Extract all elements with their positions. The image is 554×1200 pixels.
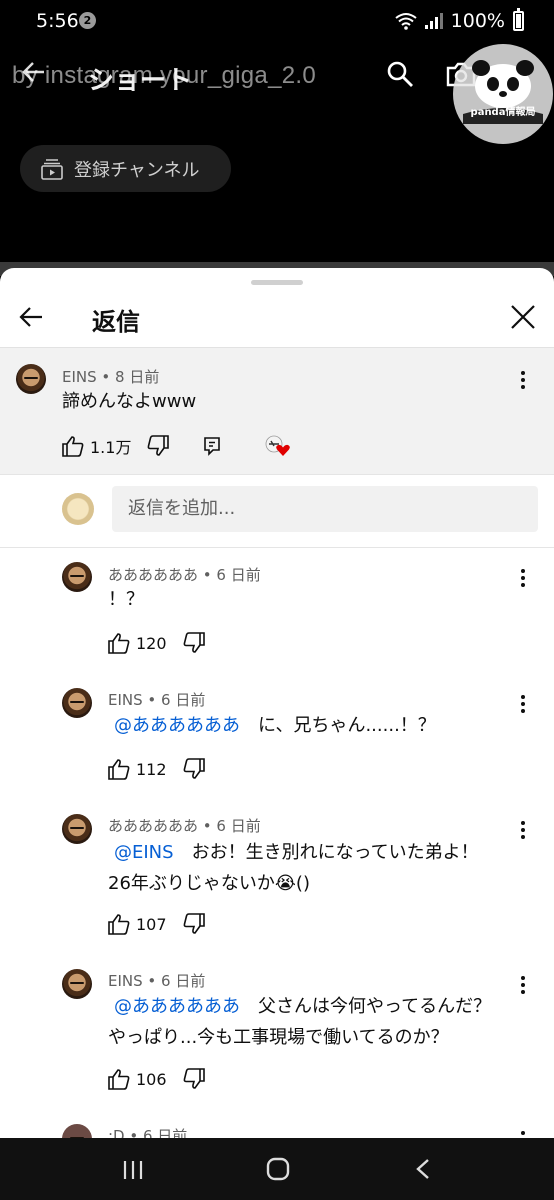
my-avatar	[62, 493, 94, 525]
close-icon[interactable]	[510, 304, 536, 330]
subscriptions-icon	[41, 158, 63, 180]
reply-text: @EINS おお！生き別れになっていた弟よ！	[114, 837, 479, 868]
signal-icon	[424, 13, 443, 29]
home-icon[interactable]	[266, 1157, 290, 1181]
like-count: 1.1万	[90, 438, 132, 457]
avatar[interactable]	[16, 364, 46, 394]
like-count: 120	[136, 633, 167, 653]
reply-meta: ああああああ • 6 日前	[108, 817, 261, 835]
wifi-icon	[395, 13, 417, 30]
replies-sheet: 返信 EINS • 8 日前 諦めんなよwww 1.1万 返信を追加... ああ…	[0, 268, 554, 1138]
dislike-icon[interactable]	[183, 1068, 205, 1090]
drag-handle[interactable]	[251, 280, 303, 285]
reply-text: @ああああああ 父さんは今何やってるんだ？	[114, 991, 491, 1022]
reply-line-1: おお！生き別れになっていた弟よ！	[173, 842, 479, 863]
like-icon[interactable]	[108, 1068, 130, 1090]
reply-input[interactable]: 返信を追加...	[112, 486, 538, 532]
avatar[interactable]	[62, 814, 92, 844]
reply-age: 6 日前	[161, 972, 206, 990]
parent-comment: EINS • 8 日前 諦めんなよwww 1.1万	[0, 348, 554, 474]
more-options-icon[interactable]	[520, 370, 526, 390]
like-count: 112	[136, 759, 167, 779]
sheet-header: 返信	[0, 288, 554, 346]
recent-apps-icon[interactable]	[122, 1160, 144, 1180]
reply-author[interactable]: ああああああ	[108, 566, 198, 584]
reply-age: 6 日前	[161, 691, 206, 709]
reply-line-2: 26年ぶりじゃないか😭()	[108, 873, 310, 894]
more-options-icon[interactable]	[520, 1130, 526, 1138]
system-nav-bar	[0, 1138, 554, 1200]
like-icon[interactable]	[108, 632, 130, 654]
battery-icon	[513, 8, 524, 31]
dislike-icon[interactable]	[183, 632, 205, 654]
avatar[interactable]	[62, 688, 92, 718]
like-icon[interactable]	[62, 435, 84, 457]
back-arrow-icon[interactable]	[18, 304, 44, 330]
more-options-icon[interactable]	[520, 694, 526, 714]
reply-line-1: 父さんは今何やってるんだ？	[240, 996, 492, 1017]
notification-count-badge: 2	[79, 12, 96, 29]
reply-author[interactable]: ああああああ	[108, 817, 198, 835]
more-options-icon[interactable]	[520, 820, 526, 840]
reply-line-1: ！？	[108, 589, 144, 610]
reply-meta: ああああああ • 6 日前	[108, 566, 261, 584]
panda-logo: panda情報局	[453, 44, 553, 144]
reply-line-1: に、兄ちゃん......！？	[240, 715, 436, 736]
reply-meta: EINS • 6 日前	[108, 972, 206, 990]
reply-actions: 112	[108, 757, 205, 781]
search-icon[interactable]	[386, 60, 414, 88]
add-reply-row: 返信を追加...	[0, 475, 554, 547]
reply-actions: 106	[108, 1067, 205, 1091]
avatar[interactable]	[62, 562, 92, 592]
reply-meta: :D • 6 日前	[108, 1125, 187, 1138]
comment-actions: 1.1万	[62, 434, 170, 458]
reply-meta: EINS • 6 日前	[108, 691, 206, 709]
reply-line-2: やっぱり...今も工事現場で働いてるのか？	[108, 1027, 449, 1048]
like-count: 106	[136, 1069, 167, 1089]
dislike-icon[interactable]	[183, 758, 205, 780]
comment-meta: EINS • 8 日前	[62, 368, 160, 386]
comment-author[interactable]: EINS	[62, 368, 97, 386]
reply-icon[interactable]	[202, 436, 222, 456]
status-time: 5:56	[36, 10, 79, 32]
reply-text: @ああああああ に、兄ちゃん......！？	[114, 710, 436, 741]
reply-age: 6 日前	[216, 566, 261, 584]
dislike-icon[interactable]	[183, 913, 205, 935]
subscriptions-label: 登録チャンネル	[74, 159, 200, 181]
divider	[0, 547, 554, 548]
dislike-icon[interactable]	[147, 435, 170, 457]
like-icon[interactable]	[108, 913, 130, 935]
panda-icon	[463, 60, 543, 124]
watermark-text: by instagram your_giga_2.0	[12, 62, 316, 89]
more-options-icon[interactable]	[520, 975, 526, 995]
more-options-icon[interactable]	[520, 568, 526, 588]
subscriptions-chip[interactable]: 登録チャンネル	[20, 145, 231, 192]
reply-actions: 120	[108, 631, 205, 655]
creator-heart-icon	[265, 435, 290, 456]
reply-age: 6 日前	[216, 817, 261, 835]
comment-text: 諦めんなよwww	[62, 391, 197, 412]
sheet-title: 返信	[92, 308, 140, 336]
reply-author[interactable]: EINS	[108, 691, 143, 709]
reply-author[interactable]: EINS	[108, 972, 143, 990]
comment-age: 8 日前	[115, 368, 160, 386]
reply-mention[interactable]: @EINS	[114, 842, 174, 863]
back-icon[interactable]	[414, 1158, 432, 1180]
panda-logo-text: panda情報局	[470, 107, 536, 118]
like-count: 107	[136, 914, 167, 934]
avatar[interactable]	[62, 1124, 92, 1138]
like-icon[interactable]	[108, 758, 130, 780]
avatar[interactable]	[62, 969, 92, 999]
reply-text: ！？	[108, 584, 144, 615]
reply-mention[interactable]: @ああああああ	[114, 715, 240, 736]
reply-actions: 107	[108, 912, 205, 936]
reply-mention[interactable]: @ああああああ	[114, 996, 240, 1017]
battery-percent: 100%	[450, 10, 505, 32]
reply-author[interactable]: :D	[108, 1127, 125, 1138]
reply-age: 6 日前	[143, 1127, 188, 1138]
status-bar: 5:56 2 100%	[0, 0, 554, 44]
